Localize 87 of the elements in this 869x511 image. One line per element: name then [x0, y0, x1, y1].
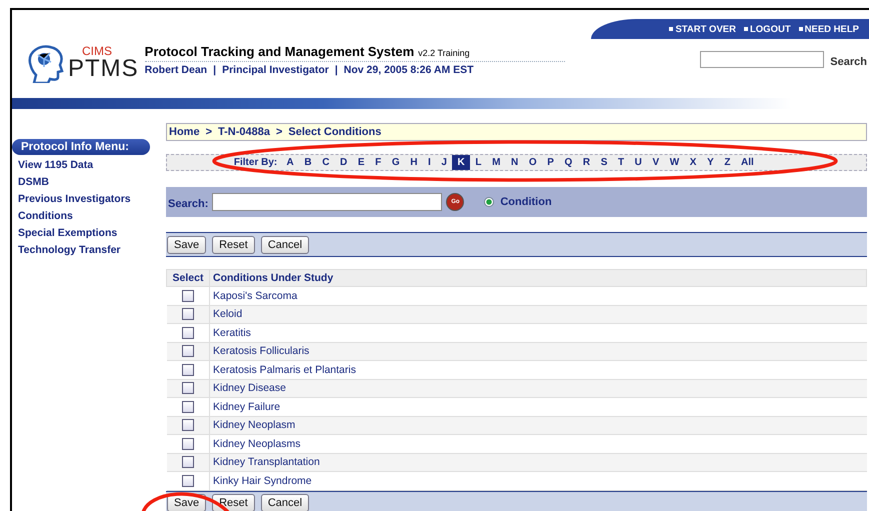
sidebar-link[interactable]: DSMB [12, 174, 164, 191]
sidebar-link[interactable]: Conditions [12, 208, 164, 225]
condition-name: Kidney Failure [213, 400, 280, 413]
letter-filter[interactable]: F [370, 155, 387, 170]
header-link[interactable]: NEED HELP [798, 24, 859, 34]
checkbox[interactable] [182, 326, 194, 339]
form-button[interactable]: Reset [212, 236, 255, 254]
checkbox[interactable] [182, 290, 194, 302]
letter-filter[interactable]: Y [702, 155, 720, 170]
search-label: Search: [168, 198, 208, 210]
logo-wordmark: PTMS [68, 57, 139, 81]
checkbox[interactable] [182, 474, 194, 487]
sidebar-link[interactable]: View 1195 Data [12, 157, 164, 174]
letter-filter[interactable]: R [578, 155, 596, 170]
condition-name: Keratitis [213, 326, 251, 339]
condition-name: Kaposi's Sarcoma [213, 290, 298, 302]
header-link[interactable]: LOGOUT [744, 24, 791, 34]
letter-filter[interactable]: V [647, 155, 664, 170]
column-header: Conditions Under Study [210, 270, 866, 286]
condition-name: Keratosis Palmaris et Plantaris [213, 364, 356, 376]
user-info: Nov 29, 2005 8:26 AM EST [344, 64, 474, 76]
header-link[interactable]: START OVER [669, 24, 736, 34]
condition-name: Kidney Neoplasm [213, 419, 296, 432]
filter-label: Filter By: [234, 157, 278, 168]
letter-filter[interactable]: G [386, 155, 405, 170]
radio-button[interactable] [484, 197, 494, 207]
breadcrumb-separator: > [276, 126, 282, 138]
checkbox[interactable] [182, 419, 194, 432]
letter-filter[interactable]: E [352, 155, 370, 170]
search-link[interactable]: Search [830, 56, 867, 68]
letter-filter[interactable]: Q [559, 155, 578, 170]
version-label: v2.2 Training [418, 48, 470, 58]
letter-filter[interactable]: C [316, 155, 335, 170]
letter-filter[interactable]: W [664, 155, 684, 170]
letter-filter[interactable]: K [452, 155, 470, 170]
letter-filter[interactable]: X [684, 155, 702, 170]
checkbox[interactable] [182, 308, 194, 320]
checkbox[interactable] [182, 456, 194, 468]
letter-filter[interactable]: N [506, 155, 524, 170]
checkbox[interactable] [182, 382, 194, 394]
form-button[interactable]: Reset [212, 494, 255, 511]
app-title: Protocol Tracking and Management System [144, 44, 414, 59]
logo-subtitle: CIMS [81, 45, 113, 57]
letter-filter[interactable]: Z [719, 155, 736, 170]
condition-name: Kidney Neoplasms [213, 438, 301, 450]
separator: | [213, 64, 216, 76]
user-info: Principal Investigator [222, 64, 329, 76]
condition-name: Keloid [213, 308, 242, 320]
sidebar-link[interactable]: Technology Transfer [12, 242, 164, 259]
form-button[interactable]: Save [167, 236, 206, 254]
sidebar-link[interactable]: Special Exemptions [12, 225, 164, 242]
letter-filter[interactable]: I [422, 155, 436, 170]
letter-filter[interactable]: A [281, 155, 300, 170]
breadcrumb-separator: > [206, 126, 212, 138]
letter-filter[interactable]: D [334, 155, 353, 170]
checkbox[interactable] [182, 345, 194, 358]
user-info: Robert Dean [144, 64, 208, 76]
checkbox[interactable] [182, 438, 194, 450]
letter-filter[interactable]: B [299, 155, 317, 170]
breadcrumb-link[interactable]: T-N-0488a [218, 126, 270, 138]
checkbox[interactable] [182, 400, 194, 413]
condition-name: Kidney Transplantation [213, 456, 320, 468]
search-field[interactable] [700, 51, 824, 68]
letter-filter[interactable]: O [524, 155, 542, 170]
form-button[interactable]: Cancel [260, 494, 310, 511]
breadcrumb-current: Select Conditions [288, 126, 382, 138]
menu-heading: Protocol Info Menu: [12, 139, 150, 155]
sidebar-link[interactable]: Previous Investigators [12, 191, 164, 208]
letter-filter[interactable]: L [470, 155, 487, 170]
column-header: Select [166, 270, 210, 286]
condition-name: Kidney Disease [213, 382, 286, 394]
letter-filter[interactable]: H [404, 155, 423, 170]
condition-search-field[interactable] [212, 193, 442, 211]
letter-filter[interactable]: All [736, 155, 760, 170]
breadcrumb-link[interactable]: Home [169, 126, 200, 138]
letter-filter[interactable]: P [542, 155, 560, 170]
separator: | [334, 64, 338, 76]
letter-filter[interactable]: U [629, 155, 648, 170]
letter-filter[interactable]: M [486, 155, 506, 170]
checkbox[interactable] [182, 364, 194, 376]
condition-name: Kinky Hair Syndrome [213, 474, 312, 487]
letter-filter[interactable]: J [436, 155, 452, 170]
letter-filter[interactable]: T [612, 155, 630, 170]
condition-name: Keratosis Follicularis [213, 345, 310, 358]
radio-label: Condition [500, 196, 552, 208]
letter-filter[interactable]: S [595, 155, 613, 170]
form-button[interactable]: Cancel [260, 236, 310, 254]
